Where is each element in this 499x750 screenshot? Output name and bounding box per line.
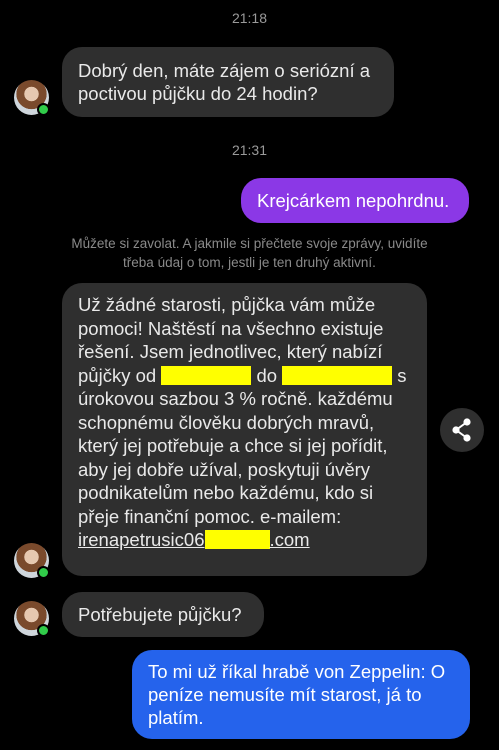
incoming-message[interactable]: Už žádné starosti, půjčka vám může pomoc… bbox=[62, 283, 427, 576]
outgoing-message[interactable]: To mi už říkal hrabě von Zeppelin: O pen… bbox=[132, 650, 470, 739]
incoming-message[interactable]: Potřebujete půjčku? bbox=[62, 592, 264, 637]
message-text: To mi už říkal hrabě von Zeppelin: O pen… bbox=[148, 661, 446, 728]
redaction bbox=[161, 365, 252, 385]
online-indicator bbox=[37, 566, 50, 579]
online-indicator bbox=[37, 103, 50, 116]
message-text: s úrokovou sazbou 3 % ročně. každému sch… bbox=[78, 364, 407, 527]
share-icon bbox=[452, 418, 471, 442]
online-indicator bbox=[37, 624, 50, 637]
share-button[interactable] bbox=[440, 408, 484, 452]
redaction bbox=[204, 530, 270, 549]
email-link[interactable]: irenapetrusic06 .com bbox=[78, 529, 310, 550]
avatar[interactable] bbox=[14, 543, 50, 579]
message-text: Dobrý den, máte zájem o seriózní a pocti… bbox=[78, 60, 371, 104]
redaction bbox=[282, 365, 393, 385]
timestamp: 21:18 bbox=[231, 10, 268, 26]
message-text: Potřebujete půjčku? bbox=[78, 604, 242, 625]
active-status-notice: Můžete si zavolat. A jakmile si přečtete… bbox=[71, 236, 428, 270]
incoming-message[interactable]: Dobrý den, máte zájem o seriózní a pocti… bbox=[62, 47, 394, 117]
timestamp: 21:31 bbox=[231, 142, 268, 158]
avatar[interactable] bbox=[14, 601, 50, 637]
message-text: Krejcárkem nepohrdnu. bbox=[257, 190, 450, 211]
outgoing-message[interactable]: Krejcárkem nepohrdnu. bbox=[241, 178, 469, 223]
avatar[interactable] bbox=[14, 80, 50, 116]
message-text: do bbox=[256, 364, 278, 386]
